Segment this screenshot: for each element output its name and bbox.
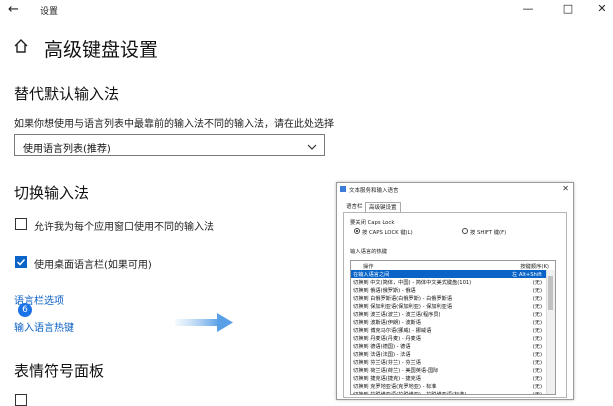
- hotkey-key: (无): [532, 320, 542, 326]
- hotkey-key: (无): [532, 328, 542, 334]
- hotkey-action: 切换到 丹麦语(丹麦) - 丹麦语: [353, 336, 421, 342]
- hotkey-key: (无): [532, 280, 542, 286]
- hotkey-key: (无): [532, 392, 542, 395]
- hotkey-row[interactable]: 切换到 拉脱维亚语(拉脱维亚) - 拉脱维亚语(标准) (无): [351, 390, 546, 395]
- hotkey-action: 切换到 波斯语(伊朗) - 波斯语: [353, 320, 421, 326]
- hotkey-key: (无): [532, 368, 542, 374]
- minimize-icon[interactable]: —: [518, 2, 538, 15]
- hotkey-action: 在输入语言之间: [353, 272, 390, 278]
- back-arrow-icon[interactable]: ←: [8, 2, 19, 17]
- hotkey-key: (无): [532, 352, 542, 358]
- hotkey-action: 切换到 波兰语(波兰) - 波兰语(程序员): [353, 312, 441, 318]
- language-bar-checkbox[interactable]: [15, 256, 27, 268]
- window-title: 设置: [40, 7, 59, 17]
- per-app-checkbox[interactable]: [15, 218, 27, 230]
- input-method-dropdown[interactable]: 使用语言列表(推荐): [14, 134, 325, 156]
- hotkey-key: (无): [532, 312, 542, 318]
- hotkeys-group-label: 输入语言的热键: [350, 249, 388, 255]
- step-badge: 6: [18, 303, 32, 317]
- dialog-app-icon: [340, 186, 346, 192]
- chevron-down-icon: [306, 138, 318, 157]
- emoji-checkbox[interactable]: [15, 394, 27, 406]
- hotkey-action: 切换到 博克马尔语(挪威) - 挪威语: [353, 328, 432, 334]
- hotkey-key: (无): [532, 304, 542, 310]
- hotkeys-rows: 在输入语言之间 左 Alt+Shift 切换到 中文(简体，中国) - 简体中文美式…: [351, 270, 549, 395]
- hotkey-action: 切换到 俄语(俄罗斯) - 俄语: [353, 288, 416, 294]
- close-icon[interactable]: ✕: [592, 2, 612, 15]
- emoji-section-title: 表情符号面板: [14, 362, 105, 380]
- hotkey-action: 切换到 荷兰语(荷兰) - 美国英语-国际: [353, 368, 439, 374]
- close-icon[interactable]: ✕: [562, 184, 569, 193]
- input-language-hotkeys-link[interactable]: 输入语言热键: [14, 319, 74, 334]
- hotkey-action: 切换到 德语(德国) - 德语: [353, 344, 411, 350]
- scrollbar-thumb[interactable]: [548, 276, 553, 310]
- arrow-right-icon: [175, 312, 235, 338]
- dialog-panel: 要关闭 Caps Lock 按 CAPS LOCK 键(L) 按 SHIFT 键…: [343, 212, 567, 398]
- column-header-action: 操作: [363, 264, 374, 270]
- hotkey-key: 左 Alt+Shift: [512, 272, 542, 278]
- hotkey-key: (无): [532, 360, 542, 366]
- text-services-dialog: 文本服务和输入语言 ✕ 语言栏 高级键设置 要关闭 Caps Lock 按 CA…: [336, 182, 574, 400]
- home-icon[interactable]: [13, 38, 29, 58]
- hotkey-action: 切换到 拉脱维亚语(拉脱维亚) - 拉脱维亚语(标准): [353, 392, 467, 395]
- scrollbar[interactable]: [546, 270, 555, 394]
- per-app-label: 允许我为每个应用窗口使用不同的输入法: [34, 222, 214, 233]
- hotkey-key: (无): [532, 336, 542, 342]
- radio-capslock[interactable]: [354, 228, 360, 234]
- capslock-group-label: 要关闭 Caps Lock: [350, 220, 395, 226]
- hotkey-action: 切换到 克罗地亚语(克罗地亚) - 标准: [353, 384, 437, 390]
- radio-capslock-label: 按 CAPS LOCK 键(L): [362, 230, 413, 236]
- hotkey-action: 切换到 芬兰语(芬兰) - 芬兰语: [353, 360, 421, 366]
- override-description: 如果你想使用与语言列表中最靠前的输入法不同的输入法，请在此处选择: [14, 119, 334, 130]
- radio-shift[interactable]: [462, 228, 468, 234]
- switching-section-title: 切换输入法: [14, 184, 90, 202]
- hotkey-action: 切换到 中文(简体，中国) - 简体中文美式键盘(101): [353, 280, 472, 286]
- hotkey-action: 切换到 保加利亚语(保加利亚) - 保加利亚语: [353, 304, 453, 310]
- checkmark-icon: [16, 258, 26, 266]
- hotkeys-list: 操作 按键顺序(K) 在输入语言之间 左 Alt+Shift 切换到 中文(简体，中…: [350, 260, 556, 395]
- language-bar-label: 使用桌面语言栏(如果可用): [34, 260, 152, 271]
- hotkey-action: 切换到 捷克语(捷克) - 捷克语: [353, 376, 421, 382]
- hotkey-key: (无): [532, 384, 542, 390]
- dialog-title: 文本服务和输入语言: [349, 188, 399, 194]
- hotkey-key: (无): [532, 376, 542, 382]
- radio-shift-label: 按 SHIFT 键(F): [470, 230, 507, 236]
- override-section-title: 替代默认输入法: [14, 85, 120, 103]
- tab-language-bar[interactable]: 语言栏: [343, 202, 366, 212]
- hotkey-action: 切换到 白俄罗斯语(白俄罗斯) - 白俄罗斯语: [353, 296, 453, 302]
- hotkey-key: (无): [532, 344, 542, 350]
- title-bar: ← 设置 — □ ✕: [0, 0, 613, 20]
- maximize-icon[interactable]: □: [558, 2, 578, 15]
- dropdown-value: 使用语言列表(推荐): [23, 144, 111, 155]
- page-title: 高级键盘设置: [44, 39, 159, 61]
- hotkey-key: (无): [532, 296, 542, 302]
- hotkey-key: (无): [532, 288, 542, 294]
- hotkey-action: 切换到 法语(法国) - 法语: [353, 352, 411, 358]
- column-header-key: 按键顺序(K): [520, 264, 549, 270]
